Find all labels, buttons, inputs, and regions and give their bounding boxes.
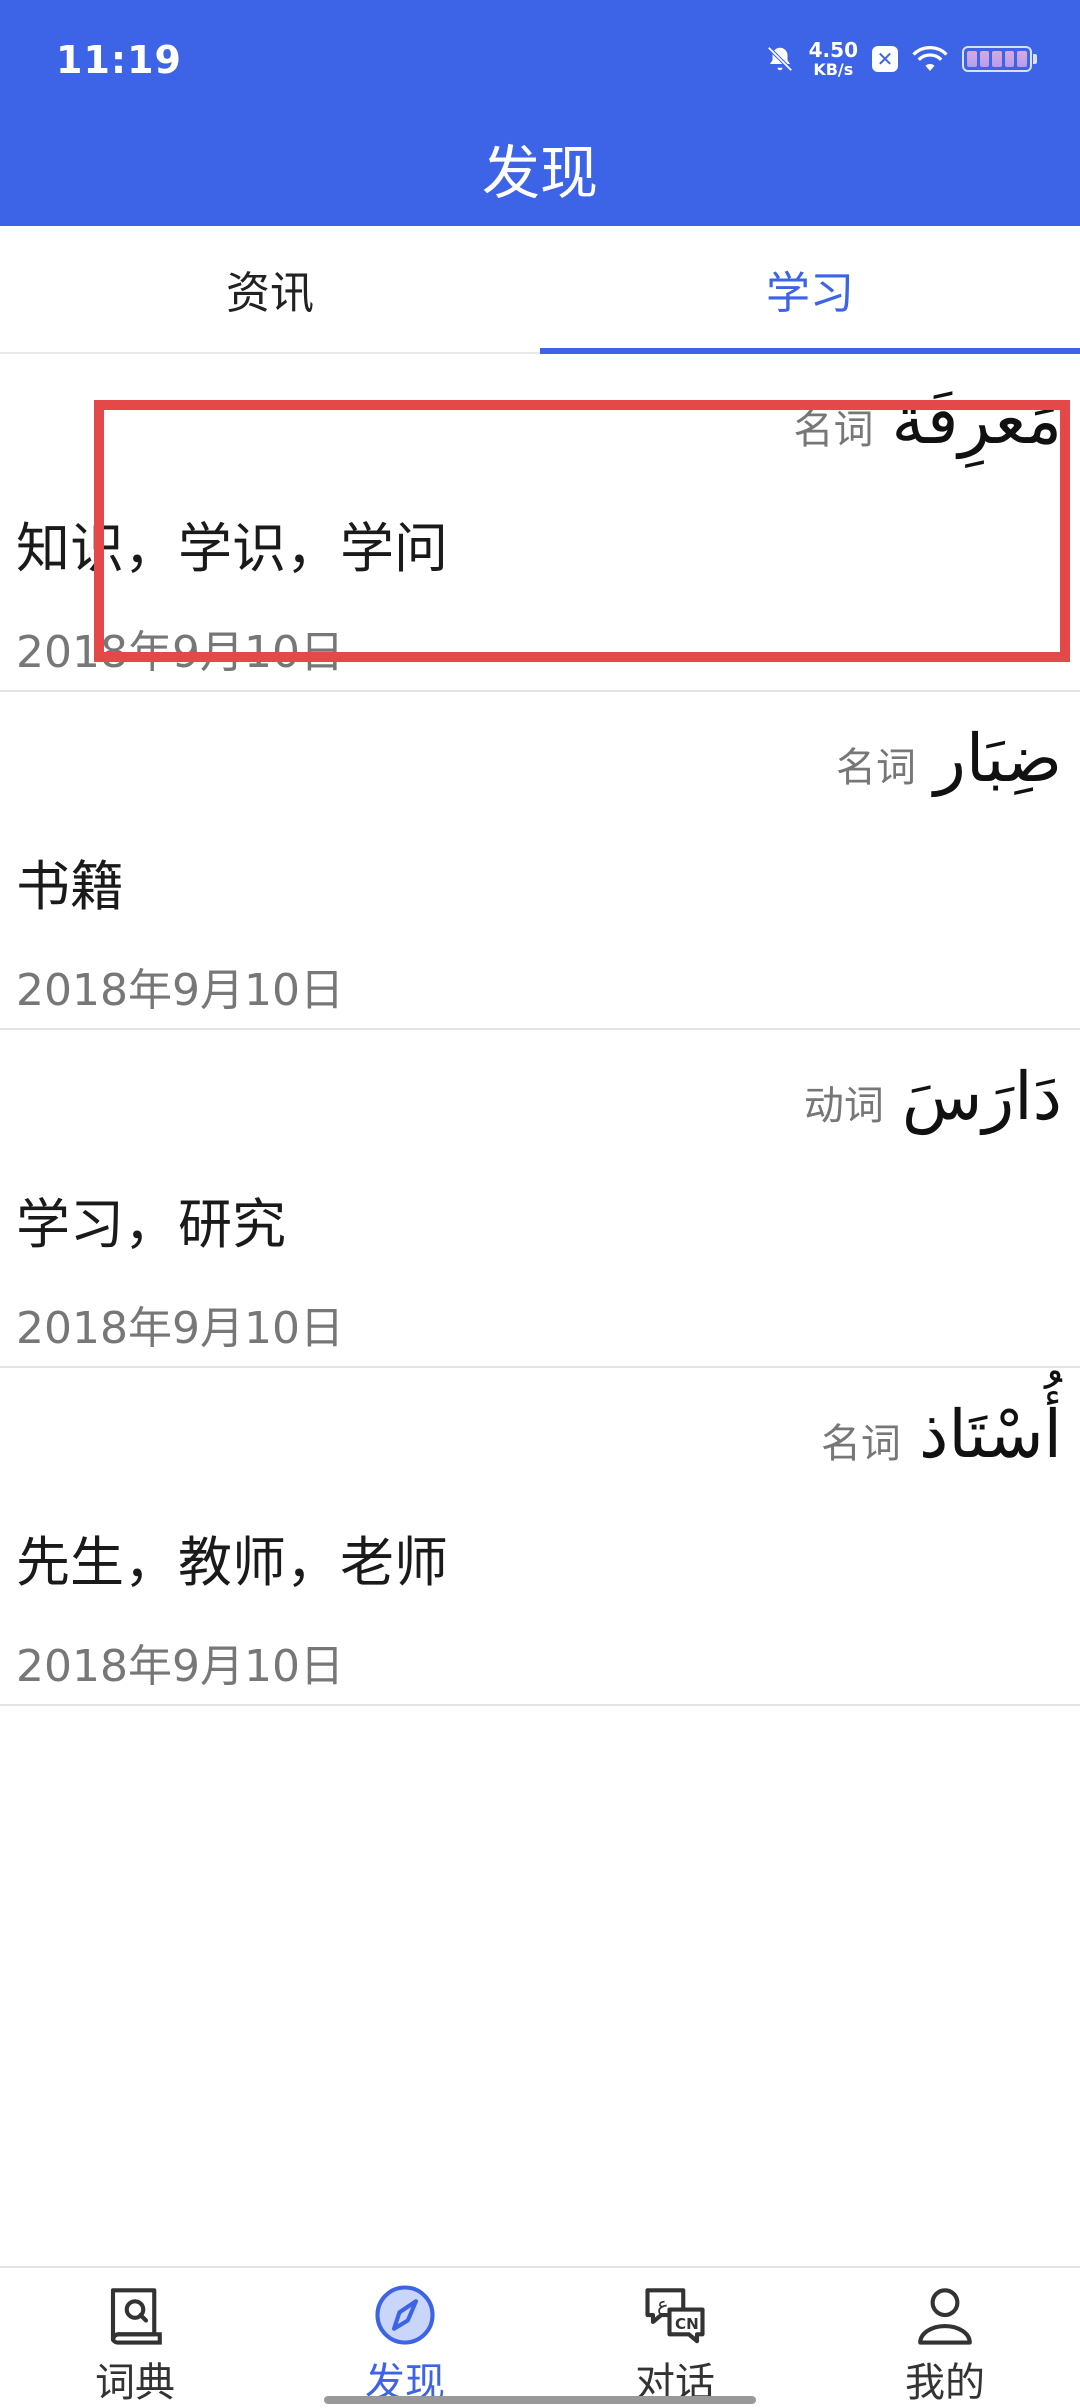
word-date: 2018年9月10日 xyxy=(16,965,344,1016)
svg-text:CN: CN xyxy=(675,2315,699,2333)
list-item[interactable]: 动词 دَارَسَ 学习，研究 2018年9月10日 xyxy=(0,1030,1080,1368)
wifi-icon xyxy=(912,45,948,71)
network-speed: 4.50 KB/s xyxy=(809,40,858,78)
tab-study[interactable]: 学习 xyxy=(540,226,1080,354)
list-item[interactable]: 名词 ضِبَار 书籍 2018年9月10日 xyxy=(0,692,1080,1030)
part-of-speech: 名词 xyxy=(820,1421,901,1467)
status-time: 11:19 xyxy=(56,38,182,82)
nav-discover[interactable]: 发现 xyxy=(270,2268,540,2408)
home-indicator[interactable] xyxy=(324,2396,756,2404)
word-list: 名词 مَعرِفَة 知识，学识，学问 2018年9月10日 名词 ضِبَا… xyxy=(0,354,1080,1706)
speed-value: 4.50 xyxy=(808,38,858,62)
arabic-word: مَعرِفَة xyxy=(891,382,1062,459)
part-of-speech: 名词 xyxy=(793,407,874,453)
tab-news[interactable]: 资讯 xyxy=(0,226,540,352)
word-line: 动词 دَارَسَ xyxy=(804,1058,1062,1135)
word-line: 名词 ضِبَار xyxy=(836,720,1062,797)
svg-text:ع: ع xyxy=(657,2293,669,2316)
arabic-word: ضِبَار xyxy=(934,720,1062,797)
arabic-word: دَارَسَ xyxy=(901,1058,1062,1135)
word-meaning: 先生，教师，老师 xyxy=(16,1531,448,1594)
nav-dialogue[interactable]: ع CN 对话 xyxy=(540,2268,810,2408)
speed-unit: KB/s xyxy=(813,60,854,79)
bottom-nav: 词典 发现 ع CN 对话 我的 xyxy=(0,2266,1080,2408)
word-meaning: 学习，研究 xyxy=(16,1193,286,1256)
word-date: 2018年9月10日 xyxy=(16,1641,344,1692)
arabic-word: أُسْتَاذ xyxy=(918,1396,1062,1473)
dictionary-icon xyxy=(110,2288,162,2345)
word-line: 名词 أُسْتَاذ xyxy=(821,1396,1062,1473)
nav-profile[interactable]: 我的 xyxy=(810,2268,1080,2408)
compass-icon xyxy=(375,2285,435,2345)
word-meaning: 知识，学识，学问 xyxy=(16,517,448,580)
word-meaning: 书籍 xyxy=(16,855,124,918)
nav-dictionary[interactable]: 词典 xyxy=(0,2268,270,2408)
nav-label: 词典 xyxy=(95,2360,175,2406)
word-line: 名词 مَعرِفَة xyxy=(793,382,1062,459)
page-title: 发现 xyxy=(481,139,598,207)
x-badge-icon: ✕ xyxy=(872,46,898,72)
tab-bar: 资讯 学习 xyxy=(0,226,1080,354)
list-item[interactable]: 名词 مَعرِفَة 知识，学识，学问 2018年9月10日 xyxy=(0,354,1080,692)
header: 11:19 4.50 KB/s ✕ 发现 xyxy=(0,0,1080,226)
list-item[interactable]: 名词 أُسْتَاذ 先生，教师，老师 2018年9月10日 xyxy=(0,1368,1080,1706)
part-of-speech: 名词 xyxy=(836,745,917,791)
nav-label: 我的 xyxy=(905,2360,985,2406)
status-icons: 4.50 KB/s ✕ xyxy=(765,40,1037,78)
battery-icon xyxy=(962,46,1037,72)
word-date: 2018年9月10日 xyxy=(16,1303,344,1354)
part-of-speech: 动词 xyxy=(803,1083,884,1129)
bell-muted-icon xyxy=(767,46,793,72)
profile-icon xyxy=(918,2288,972,2345)
app-screen: 11:19 4.50 KB/s ✕ 发现 资讯 学习 名词 مَعرِفَة 知… xyxy=(0,0,1080,2408)
word-date: 2018年9月10日 xyxy=(16,627,344,678)
chat-cn-icon: ع CN xyxy=(645,2288,705,2344)
